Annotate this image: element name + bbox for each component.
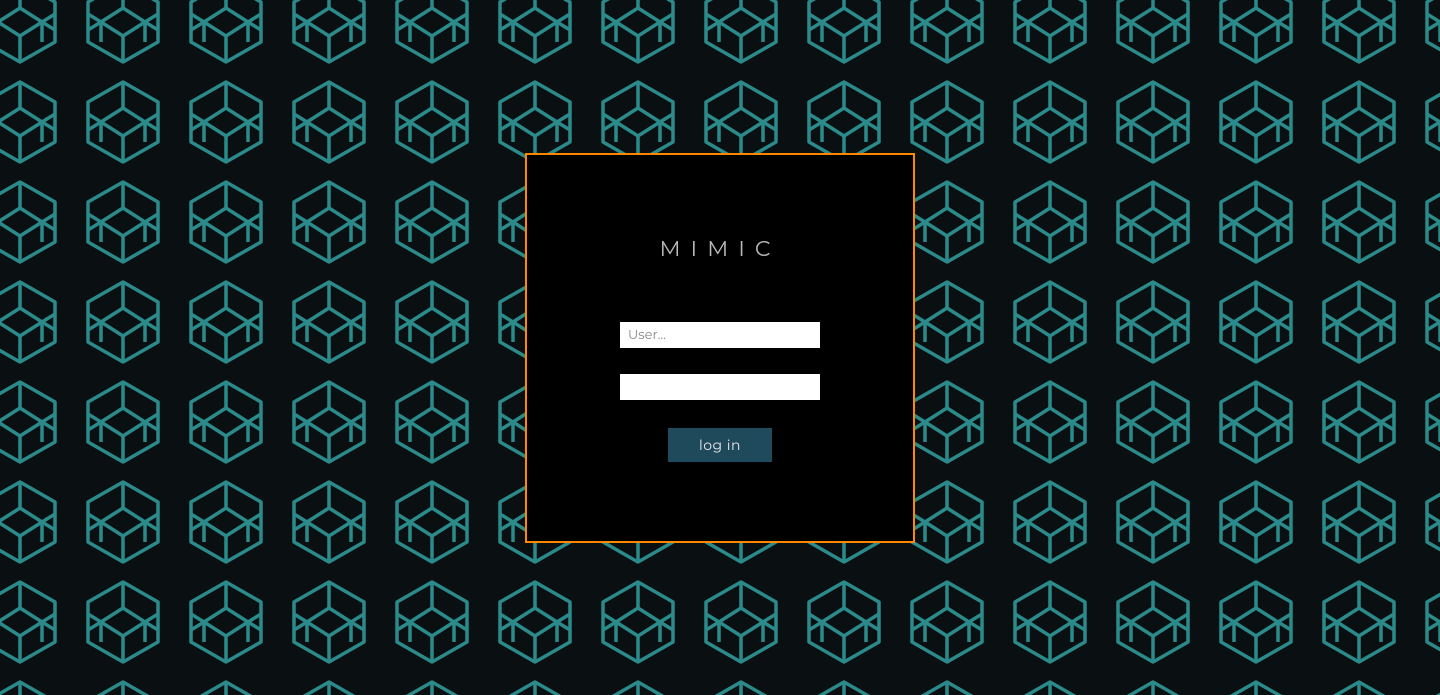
brand-title: MIMIC bbox=[660, 235, 781, 262]
login-form: log in bbox=[620, 322, 820, 462]
login-button[interactable]: log in bbox=[668, 428, 772, 462]
username-input[interactable] bbox=[620, 322, 820, 348]
login-card: MIMIC log in bbox=[525, 153, 915, 543]
password-input[interactable] bbox=[620, 374, 820, 400]
